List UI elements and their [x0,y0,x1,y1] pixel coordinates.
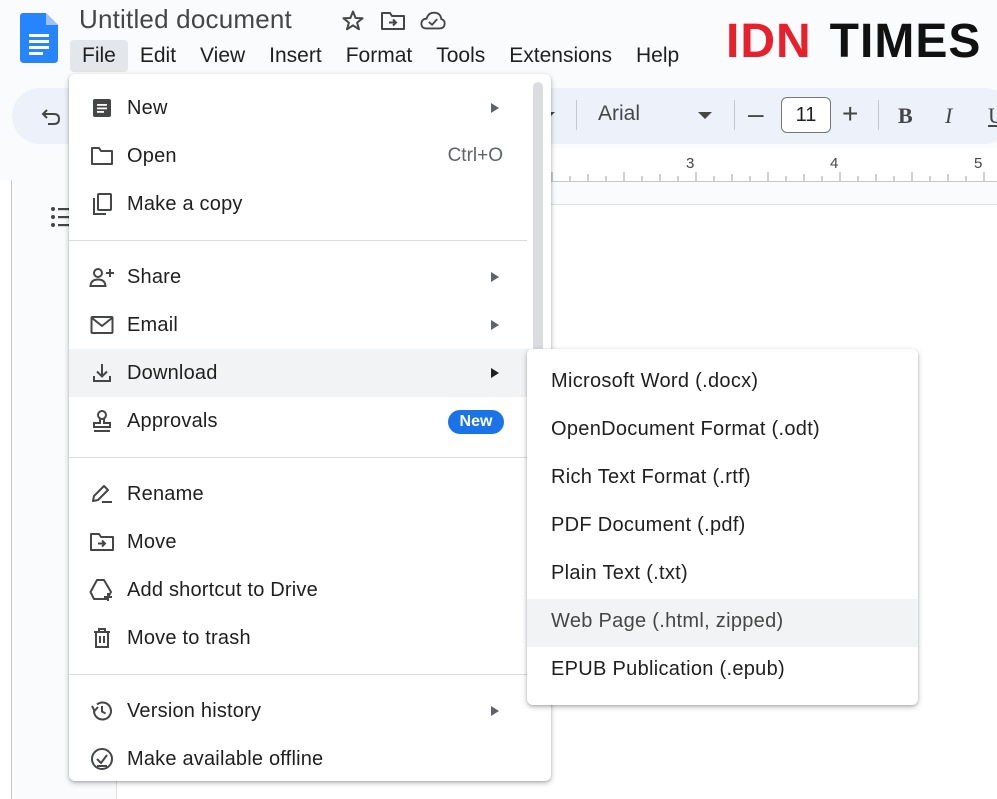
mail-icon [89,312,115,338]
menu-item-add-shortcut-to-drive[interactable]: Add shortcut to Drive [69,566,529,614]
underline-button[interactable]: U [988,103,997,129]
menu-item-share[interactable]: Share [69,253,529,301]
menu-item-label: Move [127,530,177,553]
menu-item-approvals[interactable]: Approvals New [69,397,529,445]
download-pdf[interactable]: PDF Document (.pdf) [527,503,918,551]
menu-item-label: Rich Text Format (.rtf) [551,466,751,488]
stamp-icon [89,408,115,434]
move-folder-icon[interactable] [380,8,406,34]
move-folder-icon [89,529,115,555]
ruler-mark-5: 5 [974,155,983,172]
download-rtf[interactable]: Rich Text Format (.rtf) [527,455,918,503]
person-add-icon [89,264,115,290]
menu-item-label: Version history [127,699,262,722]
menu-item-open[interactable]: Open Ctrl+O [69,132,529,180]
menu-insert[interactable]: Insert [257,40,334,72]
new-badge: New [448,410,504,434]
menu-extensions[interactable]: Extensions [497,40,624,72]
vertical-ruler [0,180,12,799]
menu-bar: File Edit View Insert Format Tools Exten… [70,40,691,72]
menu-item-version-history[interactable]: Version history [69,687,529,735]
cloud-saved-icon[interactable] [420,8,446,34]
decrease-font-size-button[interactable]: – [748,98,764,130]
menu-help[interactable]: Help [624,40,691,72]
star-icon[interactable] [340,8,366,34]
menu-item-label: Add shortcut to Drive [127,578,318,601]
ruler-mark-3: 3 [686,155,695,172]
menu-item-label: Download [127,361,218,384]
trash-icon [89,625,115,651]
menu-file[interactable]: File [70,40,128,72]
drive-shortcut-icon [89,577,115,603]
menu-item-label: Rename [127,482,204,505]
menu-item-label: Make a copy [127,192,243,215]
menu-item-label: OpenDocument Format (.odt) [551,418,821,440]
brand-watermark: IDN TIMES [726,14,981,69]
download-epub[interactable]: EPUB Publication (.epub) [527,647,918,695]
submenu-arrow-icon [491,103,499,113]
menu-item-make-a-copy[interactable]: Make a copy [69,180,529,228]
menu-item-label: New [127,96,168,119]
bold-button[interactable]: B [898,103,913,129]
doc-icon [89,95,115,121]
menu-item-rename[interactable]: Rename [69,470,529,518]
download-txt[interactable]: Plain Text (.txt) [527,551,918,599]
menu-item-email[interactable]: Email [69,301,529,349]
font-selector[interactable]: Arial [598,102,640,126]
menu-item-label: Make available offline [127,747,324,770]
menu-format[interactable]: Format [334,40,425,72]
font-size-input[interactable]: 11 [781,97,831,133]
file-menu: New Open Ctrl+O Make a copy Share Email … [69,74,551,781]
menu-tools[interactable]: Tools [424,40,497,72]
menu-item-label: Microsoft Word (.docx) [551,370,759,392]
menu-item-new[interactable]: New [69,84,529,132]
menu-view[interactable]: View [188,40,257,72]
brand-times: TIMES [829,15,982,68]
menu-item-label: PDF Document (.pdf) [551,514,746,536]
menu-item-label: Move to trash [127,626,251,649]
download-odt[interactable]: OpenDocument Format (.odt) [527,407,918,455]
menu-item-label: EPUB Publication (.epub) [551,658,785,680]
download-docx[interactable]: Microsoft Word (.docx) [527,359,918,407]
increase-font-size-button[interactable]: + [842,98,858,130]
menu-edit[interactable]: Edit [128,40,188,72]
menu-item-download[interactable]: Download [69,349,529,397]
submenu-arrow-icon [491,272,499,282]
horizontal-ruler [548,148,997,182]
menu-item-label: Plain Text (.txt) [551,562,688,584]
submenu-arrow-icon [491,368,499,378]
menu-item-label: Email [127,313,179,336]
history-icon [89,698,115,724]
download-html-zipped[interactable]: Web Page (.html, zipped) [527,599,918,647]
font-dropdown-caret-icon[interactable] [698,112,712,119]
menu-item-label: Approvals [127,409,218,432]
ruler-mark-4: 4 [830,155,839,172]
menu-item-label: Open [127,144,177,167]
submenu-arrow-icon [491,320,499,330]
brand-idn: IDN [726,15,812,68]
menu-item-move-to-trash[interactable]: Move to trash [69,614,529,662]
rename-icon [89,481,115,507]
menu-item-make-available-offline[interactable]: Make available offline [69,735,529,783]
copy-icon [89,191,115,217]
menu-item-label: Web Page (.html, zipped) [551,610,784,632]
document-title[interactable]: Untitled document [79,4,292,35]
undo-icon[interactable] [38,104,64,130]
menu-item-move[interactable]: Move [69,518,529,566]
submenu-arrow-icon [491,706,499,716]
menu-item-label: Share [127,265,182,288]
folder-icon [89,143,115,169]
menu-scrollbar[interactable] [533,82,543,382]
download-icon [89,360,115,386]
download-submenu: Microsoft Word (.docx) OpenDocument Form… [527,349,918,705]
shortcut-label: Ctrl+O [447,145,503,166]
italic-button[interactable]: I [945,103,952,129]
docs-logo-icon[interactable] [20,13,58,63]
offline-icon [89,746,115,772]
